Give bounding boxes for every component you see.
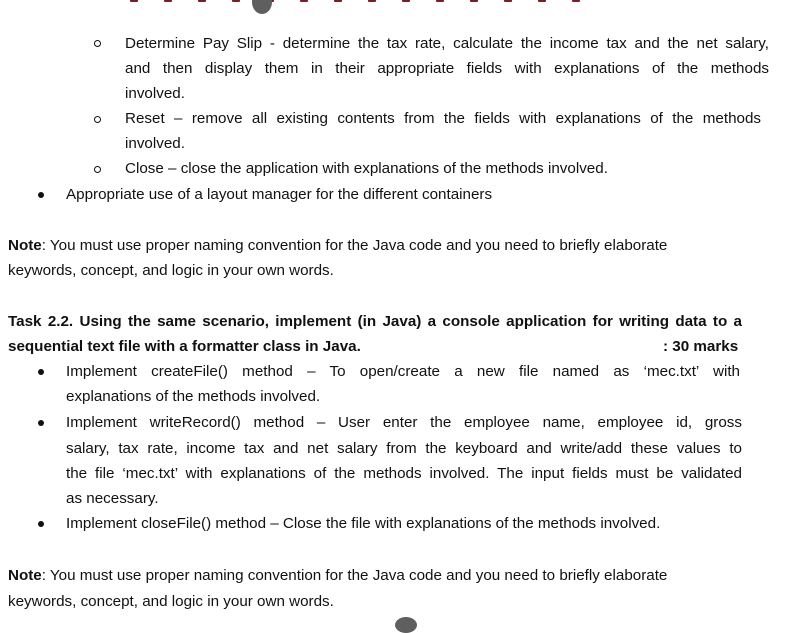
task-item-text: salary, tax rate, income tax and net sal… — [66, 440, 742, 457]
task-heading: sequential text file with a formatter cl… — [8, 338, 361, 355]
page-marker-dot-top — [252, 0, 272, 14]
task-item-text: Implement createFile() method – To open/… — [66, 363, 740, 380]
note-text: : You must use proper naming convention … — [41, 567, 668, 584]
disc-bullet-icon — [38, 521, 44, 527]
note-paragraph: Note: You must use proper naming convent… — [8, 563, 742, 588]
disc-bullet-icon — [38, 192, 44, 198]
note-paragraph: Note: You must use proper naming convent… — [8, 233, 742, 258]
task-item-text: Implement writeRecord() method – User en… — [66, 414, 742, 431]
task-item-text: Implement closeFile() method – Close the… — [66, 515, 661, 532]
sub-item-text: and then display them in their appropria… — [125, 60, 769, 77]
note-text: keywords, concept, and logic in your own… — [8, 593, 334, 610]
sub-item-text: Close – close the application with expla… — [125, 160, 608, 177]
circle-bullet-icon — [94, 40, 101, 47]
cut-off-text-line — [130, 0, 690, 4]
sub-item-text: involved. — [125, 85, 185, 102]
task-marks: : 30 marks — [663, 338, 739, 355]
note-text: : You must use proper naming convention … — [41, 237, 668, 254]
note-label: Note — [8, 567, 42, 584]
note-label: Note — [8, 237, 42, 254]
circle-bullet-icon — [94, 116, 101, 123]
task-item-text: the file ‘mec.txt’ with explanations of … — [66, 465, 742, 482]
task-heading: Task 2.2. Using the same scenario, imple… — [8, 313, 742, 330]
disc-bullet-icon — [38, 420, 44, 426]
task-item-text: as necessary. — [66, 490, 159, 507]
sub-item-text: Reset – remove all existing contents fro… — [125, 110, 761, 127]
circle-bullet-icon — [94, 166, 101, 173]
bullet-text: Appropriate use of a layout manager for … — [66, 186, 493, 203]
sub-item-text: involved. — [125, 135, 185, 152]
task-item-text: explanations of the methods involved. — [66, 388, 321, 405]
note-text: keywords, concept, and logic in your own… — [8, 262, 334, 279]
sub-item-text: Determine Pay Slip - determine the tax r… — [125, 35, 769, 52]
page-marker-dot-bottom — [395, 617, 417, 633]
disc-bullet-icon — [38, 369, 44, 375]
